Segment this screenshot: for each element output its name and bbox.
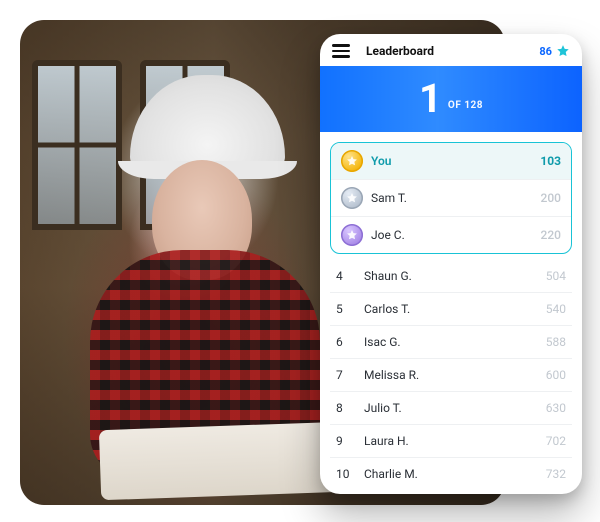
gold-medal-icon <box>341 150 363 172</box>
menu-icon[interactable] <box>332 44 350 58</box>
rank-of-total: OF 128 <box>448 100 483 111</box>
top-row-left: Joe C. <box>341 224 405 246</box>
list-item-score: 504 <box>546 269 566 283</box>
top-row-score: 220 <box>541 228 561 242</box>
list-item-name: Charlie M. <box>364 467 418 481</box>
top-row-name: Sam T. <box>371 191 407 205</box>
list-item[interactable]: 9 Laura H. 702 <box>330 425 572 458</box>
list-item-score: 540 <box>546 302 566 316</box>
list-item-rank: 4 <box>336 269 352 283</box>
silver-medal-icon <box>341 187 363 209</box>
list-item-name: Julio T. <box>364 401 402 415</box>
star-icon <box>556 44 570 58</box>
list-item[interactable]: 6 Isac G. 588 <box>330 326 572 359</box>
top-row[interactable]: You 103 <box>331 143 571 179</box>
list-item-rank: 8 <box>336 401 352 415</box>
top-row-score: 103 <box>540 154 561 168</box>
top-row-name: You <box>371 154 391 168</box>
header-left: Leaderboard <box>332 44 434 58</box>
list-item-name: Isac G. <box>364 335 401 349</box>
top-row-name: Joe C. <box>371 228 405 242</box>
list-item-rank: 6 <box>336 335 352 349</box>
top-row-left: You <box>341 150 391 172</box>
list-item-score: 600 <box>546 368 566 382</box>
list-item-left: 5 Carlos T. <box>336 302 410 316</box>
page-title: Leaderboard <box>366 44 434 58</box>
app-header: Leaderboard 86 <box>320 34 582 66</box>
list-item-rank: 9 <box>336 434 352 448</box>
top-three-card: You 103 Sam T. 200 Joe C. 220 <box>330 142 572 254</box>
list-item-left: 7 Melissa R. <box>336 368 419 382</box>
list-item-rank: 7 <box>336 368 352 382</box>
list-item-left: 9 Laura H. <box>336 434 409 448</box>
list-item-name: Laura H. <box>364 434 409 448</box>
list-item-name: Melissa R. <box>364 368 419 382</box>
list-item-name: Shaun G. <box>364 269 412 283</box>
list-item-left: 10 Charlie M. <box>336 467 418 481</box>
list-item-score: 630 <box>546 401 566 415</box>
list-item-name: Carlos T. <box>364 302 410 316</box>
list-item-rank: 5 <box>336 302 352 316</box>
points-badge[interactable]: 86 <box>539 44 570 58</box>
canvas: Leaderboard 86 1 OF 128 You103Sam T.200J… <box>0 0 600 522</box>
points-value: 86 <box>539 45 552 58</box>
list-item-left: 4 Shaun G. <box>336 269 412 283</box>
list-item[interactable]: 8 Julio T. 630 <box>330 392 572 425</box>
rank-banner: 1 OF 128 <box>320 66 582 132</box>
list-item[interactable]: 7 Melissa R. 600 <box>330 359 572 392</box>
list-item-left: 8 Julio T. <box>336 401 402 415</box>
list-item-rank: 10 <box>336 467 352 481</box>
list-item-left: 6 Isac G. <box>336 335 401 349</box>
list-item[interactable]: 4 Shaun G. 504 <box>330 260 572 293</box>
top-row-left: Sam T. <box>341 187 407 209</box>
leaderboard-list[interactable]: 4 Shaun G. 504 5 Carlos T. 540 6 Isac G. 588 7 Mel… <box>320 260 582 494</box>
list-item[interactable]: 5 Carlos T. 540 <box>330 293 572 326</box>
window-decor <box>32 60 122 230</box>
list-item-score: 702 <box>546 434 566 448</box>
list-item-score: 732 <box>546 467 566 481</box>
bronze-medal-icon <box>341 224 363 246</box>
list-item[interactable]: 10 Charlie M. 732 <box>330 458 572 490</box>
leaderboard-app: Leaderboard 86 1 OF 128 You103Sam T.200J… <box>320 34 582 494</box>
list-item-score: 588 <box>546 335 566 349</box>
rank-position: 1 <box>419 79 442 119</box>
top-row[interactable]: Sam T. 200 <box>331 179 571 216</box>
top-row-score: 200 <box>541 191 561 205</box>
top-row[interactable]: Joe C. 220 <box>331 216 571 253</box>
